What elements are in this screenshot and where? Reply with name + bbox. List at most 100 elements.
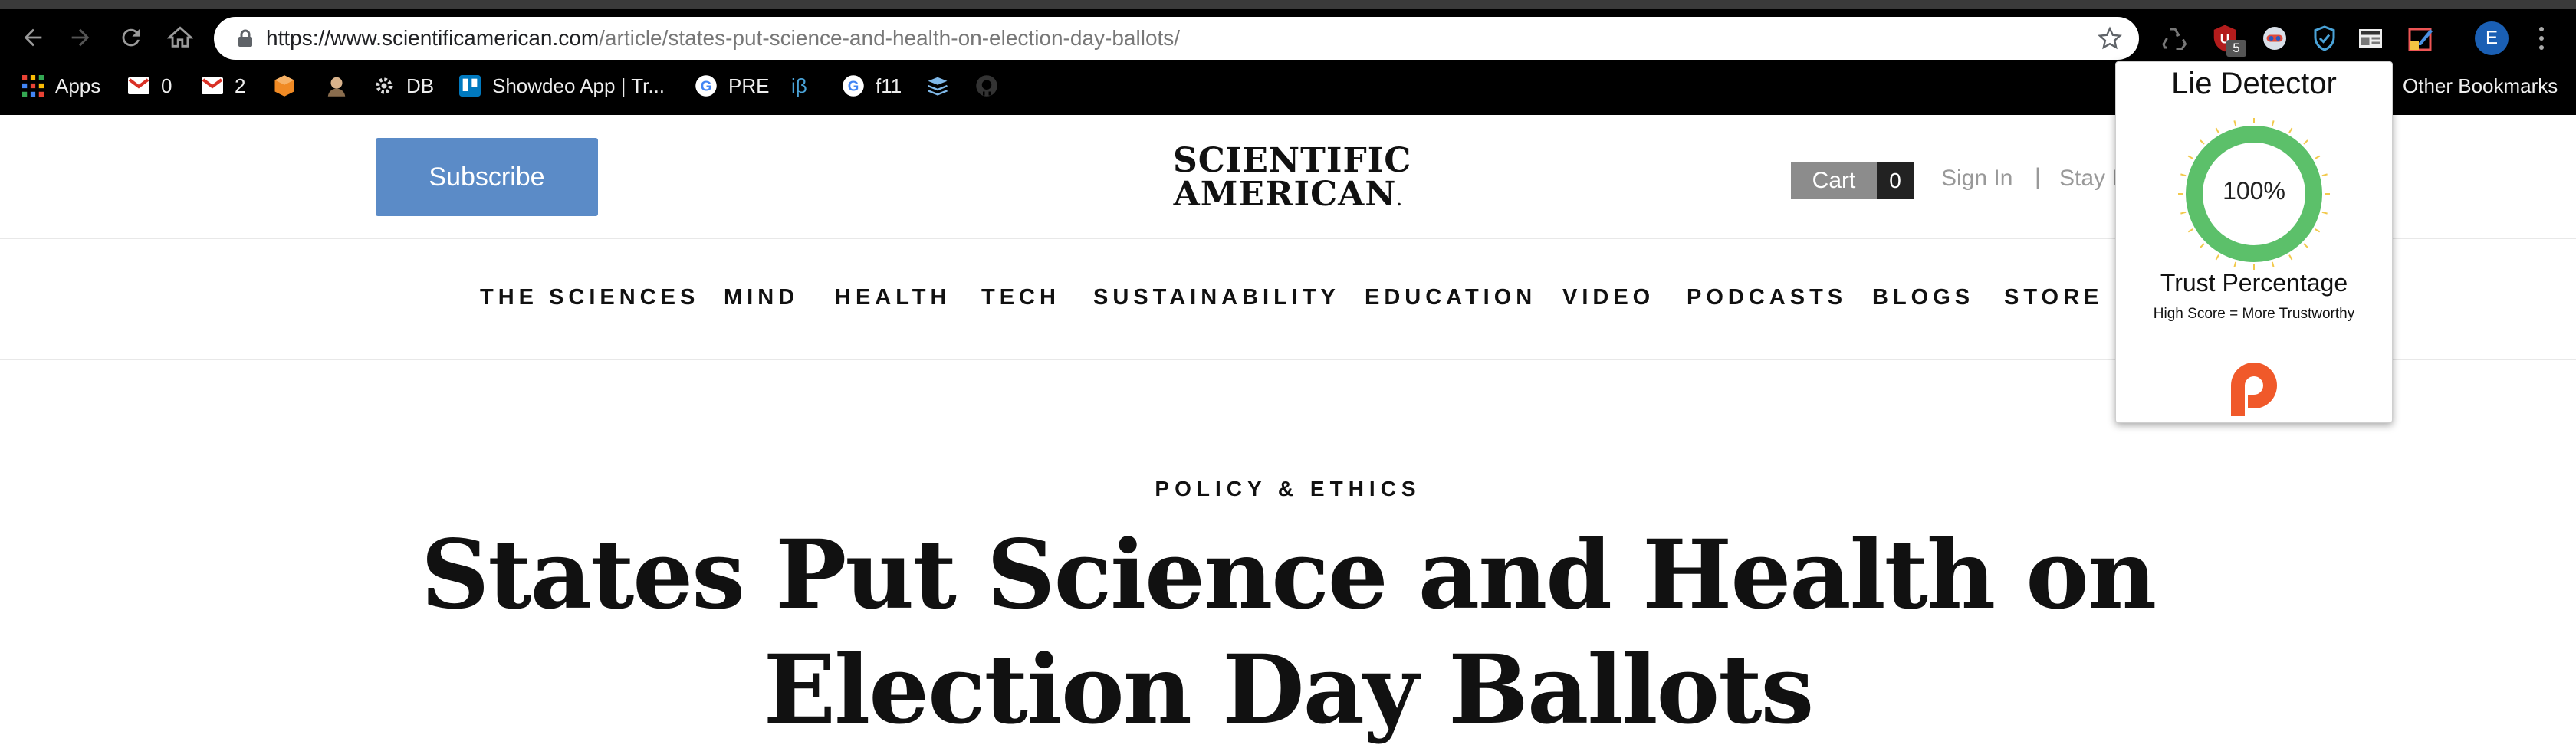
nav-store[interactable]: STORE <box>2004 285 2103 310</box>
more-menu-icon[interactable] <box>2534 23 2549 54</box>
extension-news[interactable] <box>2355 23 2386 54</box>
nav-health[interactable]: HEALTH <box>835 285 951 310</box>
bookmark-ibeta[interactable]: iβ <box>791 66 807 106</box>
gauge-tick <box>2321 211 2328 215</box>
gauge-tick <box>2215 127 2220 133</box>
gauge-tick <box>2288 254 2293 261</box>
logo-line-2: AMERICAN. <box>1173 175 1403 214</box>
site-logo[interactable]: SCIENTIFIC AMERICAN. <box>1173 141 1412 217</box>
gmail-icon <box>127 74 150 97</box>
edit-pad-icon <box>2408 28 2433 51</box>
article-headline: States Put Science and Health on Electio… <box>0 518 2576 748</box>
bookmark-label: Showdeo App | Tr... <box>492 74 665 97</box>
tab-strip <box>0 0 2576 9</box>
ublock-count-badge: 5 <box>2226 40 2246 57</box>
bookmark-github[interactable] <box>975 66 998 106</box>
nav-podcasts[interactable]: PODCASTS <box>1687 285 1847 310</box>
cart-label: Cart <box>1791 162 1877 199</box>
trust-percentage-label: Trust Percentage <box>2160 269 2348 297</box>
logo-line-1: SCIENTIFIC <box>1173 141 1412 180</box>
nav-blogs[interactable]: BLOGS <box>1872 285 1974 310</box>
bookmark-label: f11 <box>876 74 902 97</box>
bookmark-star-icon[interactable] <box>2098 26 2122 51</box>
gear-icon <box>373 74 396 97</box>
bookmark-avatar[interactable] <box>325 66 348 106</box>
gauge-tick <box>2303 139 2308 145</box>
extension-edit[interactable] <box>2406 23 2436 54</box>
gauge-tick <box>2315 228 2321 233</box>
bookmark-label: Apps <box>55 74 101 97</box>
gauge-tick <box>2200 243 2205 248</box>
cart-button[interactable]: Cart 0 <box>1791 162 1914 199</box>
headline-line-1: States Put Science and Health on <box>420 520 2157 631</box>
gauge-tick <box>2303 243 2308 248</box>
bookmark-showdeo[interactable]: Showdeo App | Tr... <box>458 66 665 106</box>
gauge-tick <box>2187 228 2193 233</box>
gauge-tick <box>2233 120 2237 126</box>
shield-check-icon <box>2314 25 2335 51</box>
github-icon <box>975 74 998 97</box>
bookmark-pre[interactable]: G PRE <box>695 66 769 106</box>
header-divider: | <box>2035 164 2041 189</box>
extension-recycle[interactable] <box>2160 23 2190 54</box>
trello-icon <box>458 74 481 97</box>
nav-mind[interactable]: MIND <box>724 285 799 310</box>
address-bar[interactable]: https://www.scientificamerican.com/artic… <box>214 17 2139 60</box>
bookmark-cube[interactable] <box>273 66 296 106</box>
gauge-tick <box>2271 261 2275 267</box>
gauge-tick <box>2321 173 2328 177</box>
article-section-label[interactable]: POLICY & ETHICS <box>0 477 2576 501</box>
bookmark-db[interactable]: DB <box>373 66 434 106</box>
bookmark-label: 2 <box>235 74 246 97</box>
extension-shield[interactable] <box>2309 23 2340 54</box>
url-text: https://www.scientificamerican.com/artic… <box>266 26 1180 51</box>
google-icon: G <box>842 74 865 97</box>
profile-avatar[interactable]: E <box>2475 21 2509 55</box>
reload-button[interactable] <box>113 20 149 55</box>
trust-subtitle: High Score = More Trustworthy <box>2153 306 2355 322</box>
subscribe-button[interactable]: Subscribe <box>376 138 598 216</box>
forward-button[interactable] <box>63 20 98 55</box>
headline-line-2: Election Day Ballots <box>763 635 1815 746</box>
gauge-tick <box>2180 211 2187 215</box>
bookmark-gmail-2[interactable]: 2 <box>201 66 245 106</box>
nav-education[interactable]: EDUCATION <box>1365 285 1536 310</box>
bookmark-apps[interactable]: Apps <box>21 66 100 106</box>
back-arrow-icon <box>24 28 42 47</box>
sign-in-link[interactable]: Sign In <box>1941 166 2013 192</box>
bookmark-gmail-1[interactable]: 0 <box>127 66 172 106</box>
google-icon: G <box>695 74 718 97</box>
stay-informed-link[interactable]: Stay I <box>2059 166 2118 192</box>
back-button[interactable] <box>15 20 51 55</box>
svg-text:G: G <box>848 77 859 94</box>
gauge-tick <box>2288 127 2293 133</box>
home-button[interactable] <box>163 20 198 55</box>
lie-detector-popup: Lie Detector 100% Trust Percentage High … <box>2115 61 2393 423</box>
gauge-tick <box>2180 173 2187 177</box>
bookmark-label: PRE <box>728 74 770 97</box>
gauge-value: 100% <box>2223 177 2285 205</box>
bookmark-layers[interactable] <box>926 66 949 106</box>
bookmark-label: 0 <box>161 74 172 97</box>
nav-tech[interactable]: TECH <box>981 285 1060 310</box>
apps-grid-icon <box>21 74 44 97</box>
home-icon <box>167 26 193 48</box>
bookmark-f11[interactable]: G f11 <box>842 66 902 106</box>
avatar-icon <box>325 74 348 97</box>
nav-video[interactable]: VIDEO <box>1562 285 1654 310</box>
layers-icon <box>926 74 949 97</box>
orange-cube-icon <box>273 74 296 97</box>
other-bookmarks[interactable]: Other Bookmarks <box>2403 66 2558 106</box>
url-host: https://www.scientificamerican.com <box>266 26 600 50</box>
nav-the-sciences[interactable]: THE SCIENCES <box>480 285 699 310</box>
patreon-icon[interactable] <box>2223 355 2286 418</box>
other-bookmarks-label: Other Bookmarks <box>2403 74 2558 97</box>
nav-sustainability[interactable]: SUSTAINABILITY <box>1093 285 1340 310</box>
gauge-tick <box>2233 261 2237 267</box>
lie-detector-ext-icon <box>2263 27 2286 50</box>
extension-lie-detector[interactable] <box>2259 23 2290 54</box>
cart-count: 0 <box>1877 162 1914 199</box>
beta-icon: iβ <box>791 74 807 97</box>
forward-arrow-icon <box>71 28 90 47</box>
bookmark-label: DB <box>406 74 435 97</box>
